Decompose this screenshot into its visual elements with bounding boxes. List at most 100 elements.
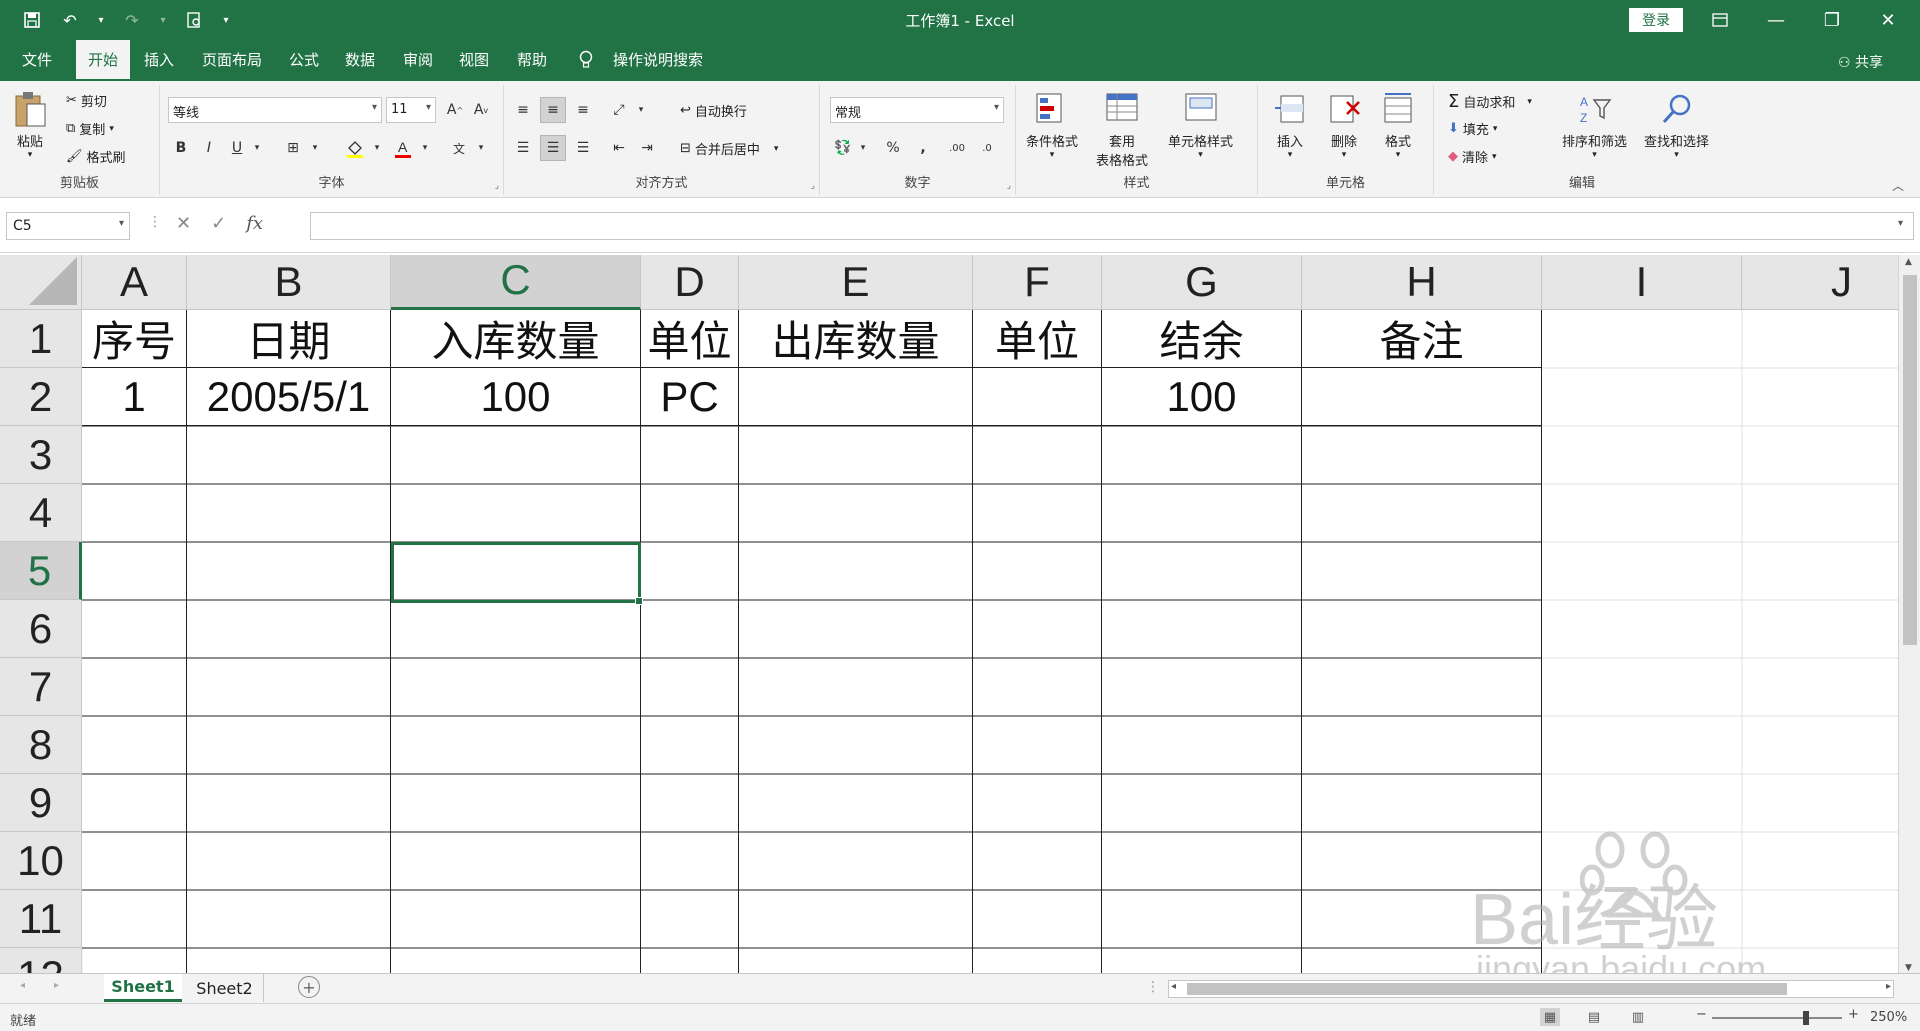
scroll-down-icon[interactable]: ▼ [1905,963,1912,973]
page-break-view-icon[interactable]: ▥ [1628,1008,1648,1026]
collapse-ribbon-icon[interactable]: ︿ [1892,177,1904,194]
dialog-launcher-icon[interactable]: ⌟ [811,181,815,191]
zoom-slider[interactable] [1712,1017,1842,1019]
zoom-level[interactable]: 250% [1870,1010,1907,1025]
merge-dropdown-icon[interactable]: ▾ [774,144,779,154]
scroll-right-icon[interactable]: ▸ [1886,981,1891,992]
tab-home[interactable]: 开始 [76,40,130,81]
close-icon[interactable]: ✕ [1860,0,1916,40]
increase-indent-icon[interactable]: ⇥ [634,135,660,161]
chevron-down-icon: ▾ [425,102,431,113]
autosum-button[interactable]: Σ 自动求和 ▾ [1448,91,1532,112]
comma-style-icon[interactable]: , [910,135,936,161]
decrease-indent-icon[interactable]: ⇤ [606,135,632,161]
name-box[interactable]: C5 ▾ [6,212,130,240]
font-name-combo[interactable]: 等线 ▾ [168,97,382,123]
insert-function-icon[interactable]: fx [246,213,263,234]
fill-button[interactable]: ⬇ 填充 ▾ [1448,119,1497,138]
clear-button[interactable]: ◆ 清除 ▾ [1448,147,1497,166]
scroll-left-icon[interactable]: ◂ [1171,981,1176,992]
active-cell-C5[interactable] [391,542,643,605]
number-format-combo[interactable]: 常规 ▾ [830,97,1004,123]
align-top-icon[interactable]: ≡ [510,97,536,123]
next-sheet-icon[interactable]: ▸ [54,980,59,991]
find-select-button[interactable]: 查找和选择 ▾ [1644,91,1709,160]
zoom-slider-knob[interactable] [1803,1011,1809,1025]
increase-decimal-icon[interactable]: .00 [944,135,970,161]
tab-data[interactable]: 数据 [338,40,382,81]
merge-center-button[interactable]: ⊟ 合并后居中 ▾ [680,139,778,158]
copy-dropdown-icon[interactable]: ▾ [109,124,114,134]
fill-color-dropdown-icon[interactable]: ▾ [364,135,390,161]
tab-formulas[interactable]: 公式 [282,40,326,81]
conditional-formatting-button[interactable]: 条件格式 ▾ [1026,91,1078,160]
paste-dropdown-icon[interactable]: ▾ [28,150,33,160]
cell-styles-button[interactable]: 单元格样式 ▾ [1168,91,1233,160]
phonetic-dropdown-icon[interactable]: ▾ [468,135,494,161]
svg-text:A: A [398,139,408,155]
font-size-combo[interactable]: 11 ▾ [386,97,436,123]
copy-button[interactable]: ⧉ 复制 ▾ [66,119,114,138]
horizontal-scroll-thumb[interactable] [1187,983,1787,995]
align-center-icon[interactable]: ☰ [540,135,566,161]
sort-filter-button[interactable]: AZ 排序和筛选 ▾ [1562,91,1627,160]
formula-input[interactable] [310,212,1914,240]
borders-dropdown-icon[interactable]: ▾ [302,135,328,161]
ribbon-display-options-icon[interactable] [1692,0,1748,40]
decrease-decimal-icon[interactable]: .0 [974,135,1000,161]
accounting-dropdown-icon[interactable]: ▾ [850,135,876,161]
fill-handle[interactable] [635,597,643,605]
add-sheet-icon[interactable]: + [298,976,320,998]
sheet-tab-sheet1[interactable]: Sheet1 [104,974,182,1002]
tab-splitter-icon[interactable]: ⋮ [1146,979,1160,995]
status-ready: 就绪 [10,1014,37,1029]
format-cells-button[interactable]: 格式 ▾ [1380,91,1416,160]
horizontal-scrollbar[interactable]: ◂ ▸ [1168,980,1894,998]
align-middle-icon[interactable]: ≡ [540,97,566,123]
underline-dropdown-icon[interactable]: ▾ [244,135,270,161]
normal-view-icon[interactable]: ▦ [1540,1008,1560,1026]
enter-icon[interactable]: ✓ [211,213,226,234]
tab-help[interactable]: 帮助 [510,40,554,81]
orientation-dropdown-icon[interactable]: ▾ [628,97,654,123]
tab-file[interactable]: 文件 [12,40,62,81]
vertical-scrollbar[interactable]: ▲ ▼ [1898,255,1920,975]
wrap-text-button[interactable]: ↩ 自动换行 [680,101,747,120]
paste-button[interactable]: 粘贴 ▾ [12,91,48,160]
tab-page-layout[interactable]: 页面布局 [196,40,268,81]
prev-sheet-icon[interactable]: ◂ [20,980,25,991]
restore-icon[interactable]: ❐ [1804,0,1860,40]
group-label-cells: 单元格 [1325,176,1365,191]
scroll-up-icon[interactable]: ▲ [1905,257,1912,267]
sheet-tab-sheet2[interactable]: Sheet2 [186,974,264,1002]
font-color-dropdown-icon[interactable]: ▾ [412,135,438,161]
zoom-in-icon[interactable]: + [1848,1007,1859,1022]
align-right-icon[interactable]: ☰ [570,135,596,161]
cancel-icon[interactable]: ✕ [176,213,191,234]
expand-formula-bar-icon[interactable]: ▾ [1898,218,1903,229]
dialog-launcher-icon[interactable]: ⌟ [495,181,499,191]
format-painter-button[interactable]: 🖌 格式刷 [66,147,126,166]
bold-icon[interactable]: B [168,135,194,161]
share-button[interactable]: ⚇ 共享 [1838,52,1883,72]
login-button[interactable]: 登录 [1629,8,1683,32]
decrease-font-icon[interactable]: Av [468,97,494,123]
percent-icon[interactable]: % [880,135,906,161]
cut-button[interactable]: ✂ 剪切 [66,91,107,110]
vertical-scroll-thumb[interactable] [1903,275,1917,645]
increase-font-icon[interactable]: A ^ [442,97,468,123]
insert-cells-button[interactable]: 插入 ▾ [1272,91,1308,160]
align-left-icon[interactable]: ☰ [510,135,536,161]
tab-insert[interactable]: 插入 [136,40,182,81]
delete-cells-button[interactable]: 删除 ▾ [1326,91,1362,160]
zoom-out-icon[interactable]: − [1696,1007,1707,1022]
italic-icon[interactable]: I [196,135,222,161]
format-as-table-button[interactable]: 套用 表格格式 [1096,91,1148,169]
tab-review[interactable]: 审阅 [396,40,440,81]
align-bottom-icon[interactable]: ≡ [570,97,596,123]
tab-view[interactable]: 视图 [452,40,496,81]
minimize-icon[interactable]: — [1748,0,1804,40]
dialog-launcher-icon[interactable]: ⌟ [1007,181,1011,191]
page-layout-view-icon[interactable]: ▤ [1584,1008,1604,1026]
tell-me-search[interactable]: 操作说明搜索 [606,40,710,81]
